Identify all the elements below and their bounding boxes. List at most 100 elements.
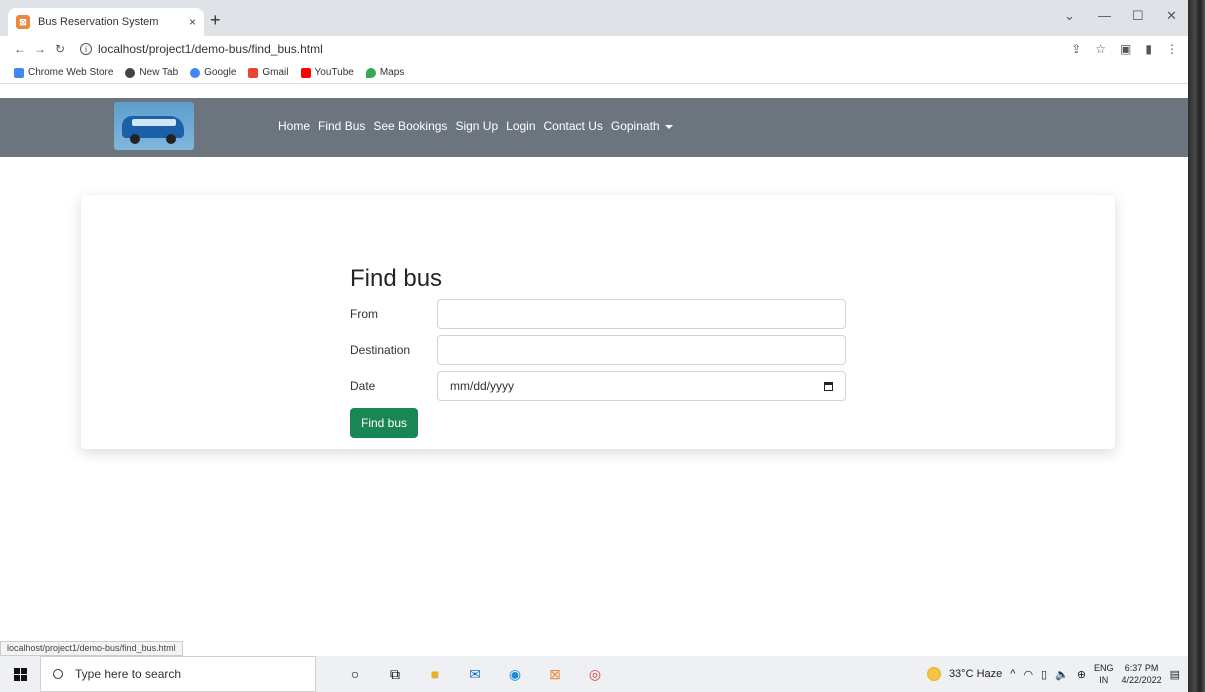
nav-links: Home Find Bus See Bookings Sign Up Login…	[278, 119, 673, 133]
chrome-icon[interactable]: ◎	[584, 663, 606, 685]
browser-tab[interactable]: ⊠ Bus Reservation System ×	[8, 8, 204, 36]
bookmark-new-tab[interactable]: New Tab	[125, 67, 178, 78]
destination-row: Destination	[350, 335, 850, 365]
bookmark-youtube[interactable]: YouTube	[300, 67, 354, 78]
weather-icon[interactable]	[926, 667, 941, 681]
destination-label: Destination	[350, 343, 411, 357]
extension-icon[interactable]: ▮	[1145, 42, 1152, 56]
language-indicator[interactable]: ENG IN	[1094, 662, 1114, 686]
edge-icon[interactable]: ◉	[504, 663, 526, 685]
find-bus-card: Find bus From Destination Date mm/dd/yyy…	[81, 195, 1115, 449]
bookmark-label: YouTube	[314, 67, 354, 78]
nav-login[interactable]: Login	[506, 119, 535, 133]
desktop-edge	[1188, 0, 1205, 692]
date-row: Date mm/dd/yyyy	[350, 371, 850, 401]
address-bar[interactable]: i localhost/project1/demo-bus/find_bus.h…	[80, 42, 1071, 56]
share-icon[interactable]: ⇪	[1071, 42, 1081, 56]
bus-logo[interactable]	[114, 102, 194, 150]
dropdown-caret-icon	[664, 124, 673, 129]
status-bar-url: localhost/project1/demo-bus/find_bus.htm…	[0, 641, 183, 656]
close-window-button[interactable]: ✕	[1166, 8, 1177, 24]
tab-title: Bus Reservation System	[38, 16, 159, 28]
weather-text[interactable]: 33°C Haze	[949, 668, 1002, 680]
mail-icon[interactable]: ✉	[464, 663, 486, 685]
date-input[interactable]: mm/dd/yyyy	[437, 371, 846, 401]
youtube-icon	[300, 67, 311, 78]
browser-window: ⊠ Bus Reservation System × + ⌄ — ☐ ✕ ← →…	[0, 0, 1188, 656]
date-placeholder: mm/dd/yyyy	[450, 379, 515, 393]
xampp-favicon-icon: ⊠	[16, 15, 30, 29]
address-bar-row: ← → ↻ i localhost/project1/demo-bus/find…	[0, 36, 1188, 62]
destination-input[interactable]	[437, 335, 846, 365]
site-navbar: Home Find Bus See Bookings Sign Up Login…	[0, 98, 1188, 157]
menu-dots-icon[interactable]: ⋮	[1166, 42, 1178, 56]
from-label: From	[350, 307, 378, 321]
site-info-icon[interactable]: i	[80, 43, 92, 55]
find-bus-button[interactable]: Find bus	[350, 408, 419, 438]
windows-start-icon[interactable]	[0, 667, 40, 681]
back-arrow-icon[interactable]: ←	[10, 42, 30, 56]
lang-bottom: IN	[1099, 675, 1109, 685]
reload-icon[interactable]: ↻	[50, 42, 70, 56]
user-name: Gopinath	[610, 119, 660, 133]
file-explorer-icon[interactable]: ■	[424, 663, 446, 685]
globe-lang-icon[interactable]: ⊕	[1077, 668, 1086, 681]
tab-close-icon[interactable]: ×	[189, 15, 196, 29]
side-panel-icon[interactable]: ▣	[1120, 42, 1131, 56]
date-label: Date	[350, 379, 376, 393]
bookmark-google[interactable]: Google	[190, 67, 236, 78]
xampp-icon[interactable]: ⊠	[544, 663, 566, 685]
bookmark-label: Gmail	[262, 67, 289, 78]
bookmark-gmail[interactable]: Gmail	[248, 67, 289, 78]
network-icon[interactable]: ◠	[1023, 668, 1033, 681]
tab-strip: ⊠ Bus Reservation System × + ⌄ — ☐ ✕	[0, 0, 1188, 36]
bookmark-star-icon[interactable]: ☆	[1095, 42, 1106, 56]
clock-time: 6:37 PM	[1124, 663, 1159, 673]
volume-icon[interactable]: 🔈	[1055, 668, 1069, 681]
form-title: Find bus	[350, 265, 443, 292]
search-placeholder: Type here to search	[75, 667, 182, 681]
maximize-button[interactable]: ☐	[1132, 8, 1144, 24]
globe-icon	[125, 67, 136, 78]
forward-arrow-icon[interactable]: →	[30, 42, 50, 56]
maps-pin-icon	[365, 67, 376, 78]
nav-contact-us[interactable]: Contact Us	[544, 119, 603, 133]
nav-sign-up[interactable]: Sign Up	[455, 119, 498, 133]
nav-home[interactable]: Home	[278, 119, 310, 133]
tab-search-chevron-icon[interactable]: ⌄	[1064, 8, 1075, 24]
clock[interactable]: 6:37 PM 4/22/2022	[1122, 662, 1162, 686]
battery-icon[interactable]: ▯	[1041, 668, 1047, 681]
bookmarks-bar: Chrome Web Store New Tab Google Gmail Yo…	[0, 62, 1188, 84]
google-icon	[190, 67, 201, 78]
bookmark-maps[interactable]: Maps	[365, 67, 405, 78]
nav-find-bus[interactable]: Find Bus	[318, 119, 365, 133]
from-input[interactable]	[437, 299, 846, 329]
taskbar: Type here to search ○ ⧉ ■ ✉ ◉ ⊠ ◎ 33°C H…	[0, 656, 1188, 692]
bookmark-label: Maps	[379, 67, 405, 78]
taskbar-search-box[interactable]: Type here to search	[40, 656, 316, 692]
calendar-icon[interactable]	[824, 381, 833, 391]
page-content: Find bus From Destination Date mm/dd/yyy…	[0, 157, 1188, 639]
lang-top: ENG	[1094, 663, 1114, 673]
taskbar-apps: ○ ⧉ ■ ✉ ◉ ⊠ ◎	[344, 663, 606, 685]
nav-user-dropdown[interactable]: Gopinath	[611, 119, 673, 133]
new-tab-button[interactable]: +	[210, 10, 221, 31]
cortana-icon[interactable]: ○	[344, 663, 366, 685]
show-hidden-icons-icon[interactable]: ^	[1010, 668, 1015, 680]
url-text: localhost/project1/demo-bus/find_bus.htm…	[98, 42, 323, 56]
bookmark-label: New Tab	[139, 67, 179, 78]
system-tray: 33°C Haze ^ ◠ ▯ 🔈 ⊕ ENG IN 6:37 PM 4/22/…	[926, 656, 1180, 692]
search-icon	[53, 669, 63, 679]
task-view-icon[interactable]: ⧉	[384, 663, 406, 685]
clock-date: 4/22/2022	[1121, 675, 1162, 685]
find-bus-form: Find bus From Destination Date mm/dd/yyy…	[350, 265, 850, 438]
address-bar-actions: ⇪ ☆ ▣ ▮ ⋮	[1071, 42, 1178, 56]
nav-see-bookings[interactable]: See Bookings	[373, 119, 447, 133]
from-row: From	[350, 299, 850, 329]
bookmark-chrome-web-store[interactable]: Chrome Web Store	[14, 67, 113, 78]
gmail-icon	[248, 67, 259, 78]
notification-icon[interactable]: ▤	[1170, 668, 1180, 681]
chrome-web-store-icon	[14, 67, 24, 78]
minimize-button[interactable]: —	[1098, 8, 1111, 23]
bookmark-label: Google	[204, 67, 237, 78]
